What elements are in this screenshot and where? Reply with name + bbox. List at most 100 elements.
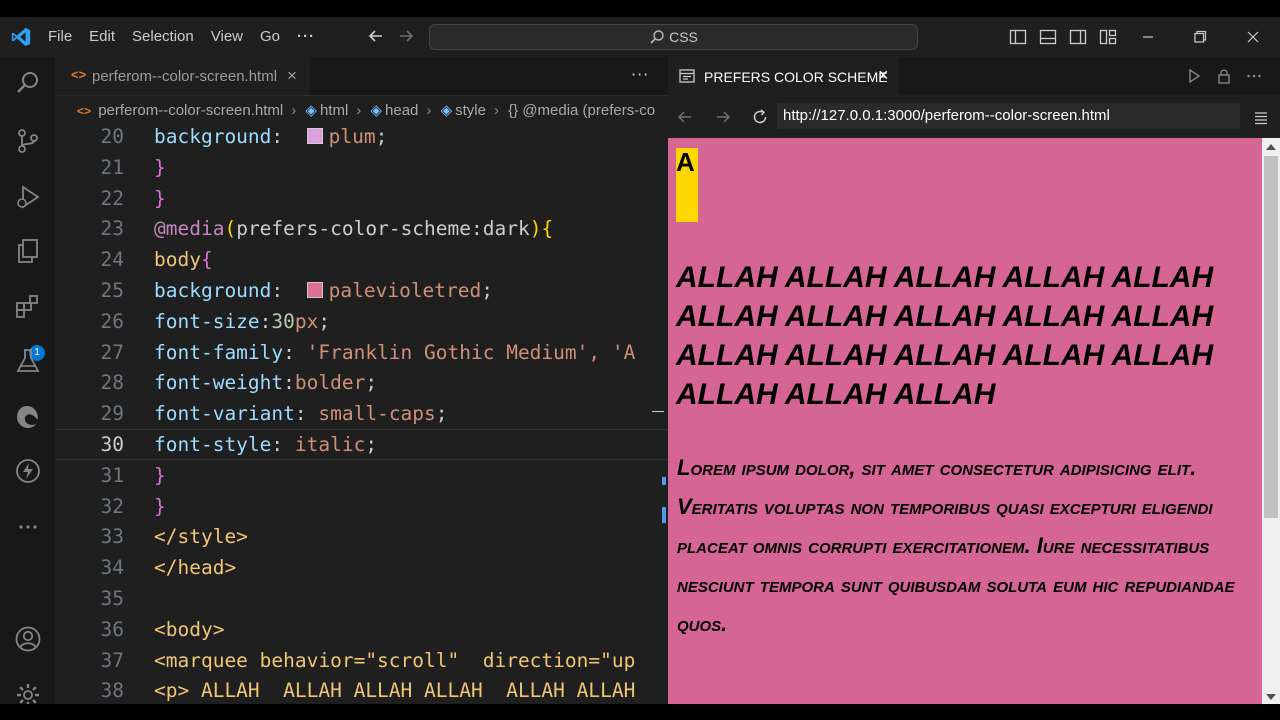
allah-paragraph: ALLAH ALLAH ALLAH ALLAH ALLAH ALLAH ALLA…: [676, 261, 1214, 411]
preview-tab[interactable]: PREFERS COLOR SCHEME ×: [668, 57, 899, 95]
menu-file[interactable]: File: [48, 28, 72, 45]
page-scrollbar[interactable]: [1262, 138, 1280, 704]
code-line[interactable]: 26 font-size:30px;: [55, 306, 668, 337]
url-input[interactable]: http://127.0.0.1:3000/perferom--color-sc…: [777, 103, 1240, 129]
breadcrumb-media[interactable]: {} @media (prefers-co: [508, 102, 655, 119]
command-center-search[interactable]: CSS: [429, 24, 918, 50]
copy-icon[interactable]: [14, 237, 42, 265]
scrollbar-thumb[interactable]: [1264, 156, 1278, 518]
explorer-search-icon[interactable]: [14, 69, 42, 97]
breadcrumb-head[interactable]: head: [385, 102, 418, 119]
code-line[interactable]: 31}: [55, 460, 668, 491]
code-line[interactable]: 28 font-weight:bolder;: [55, 367, 668, 398]
customize-layout-icon[interactable]: [1099, 28, 1117, 46]
more-actions-icon[interactable]: [1245, 67, 1263, 85]
code-line[interactable]: 32}: [55, 491, 668, 522]
toggle-secondary-sidebar-icon[interactable]: [1069, 28, 1087, 46]
color-swatch[interactable]: [306, 128, 323, 144]
code-text: <marquee behavior="scroll" direction="up: [154, 648, 636, 672]
element-icon: ◈: [440, 102, 453, 119]
code-text: <body>: [154, 617, 225, 641]
scroll-down-icon[interactable]: [1266, 694, 1276, 700]
line-number: 32: [100, 494, 124, 518]
minimize-icon[interactable]: [1136, 25, 1160, 49]
editor-tab-html-file[interactable]: <> perferom--color-screen.html ×: [55, 57, 310, 95]
manage-gear-icon[interactable]: [14, 681, 42, 704]
scrollbar-change-marker: [662, 477, 666, 485]
code-line[interactable]: 34 </head>: [55, 552, 668, 583]
code-line[interactable]: 20 background: plum;: [55, 121, 668, 152]
restore-icon[interactable]: [1188, 25, 1212, 49]
code-line[interactable]: 37 <marquee behavior="scroll" direction="…: [55, 645, 668, 676]
tab-close-icon[interactable]: ×: [287, 66, 297, 86]
line-number: 21: [100, 155, 124, 179]
breadcrumb-html[interactable]: html: [320, 102, 348, 119]
history-nav: [366, 26, 426, 46]
account-icon[interactable]: [14, 625, 42, 653]
breadcrumb-separator-icon: ›: [493, 102, 499, 119]
browser-back-icon[interactable]: [676, 108, 694, 126]
code-text: background: palevioletred;: [154, 279, 494, 302]
source-control-icon[interactable]: [14, 127, 42, 155]
more-icon[interactable]: [14, 513, 42, 541]
lock-icon[interactable]: [1215, 67, 1233, 85]
code-line[interactable]: 36 <body>: [55, 614, 668, 645]
back-arrow-icon[interactable]: [366, 26, 386, 46]
line-number: 36: [100, 617, 124, 641]
breadcrumb-separator-icon: ›: [291, 102, 297, 119]
scrollbar-change-marker: [662, 507, 666, 523]
code-line[interactable]: 23 @media(prefers-color-scheme:dark){: [55, 213, 668, 244]
menu-view[interactable]: View: [211, 28, 243, 45]
code-line[interactable]: 30 font-style: italic;: [55, 429, 668, 460]
code-line[interactable]: 21}: [55, 152, 668, 183]
code-text: font-variant: small-caps;: [154, 402, 448, 426]
preview-tab-label: PREFERS COLOR SCHEME: [704, 69, 888, 85]
breadcrumb-style[interactable]: style: [455, 102, 486, 119]
reload-icon[interactable]: [751, 108, 769, 126]
breadcrumb-file[interactable]: perferom--color-screen.html: [98, 102, 283, 119]
code-line[interactable]: 33 </style>: [55, 521, 668, 552]
title-bar: File Edit Selection View Go ··· CSS: [0, 17, 1280, 57]
line-number: 28: [100, 371, 124, 395]
run-debug-icon[interactable]: [14, 183, 42, 211]
extensions-icon[interactable]: [14, 293, 42, 321]
activity-bar: 1: [0, 57, 55, 704]
code-text: font-weight:bolder;: [154, 371, 378, 395]
tab-close-icon[interactable]: ×: [878, 65, 889, 86]
run-icon[interactable]: [1185, 67, 1203, 85]
forward-arrow-icon[interactable]: [396, 26, 416, 46]
line-number: 34: [100, 556, 124, 580]
code-area[interactable]: 20 background: plum; 21} 22} 23 @media(prefer…: [55, 121, 668, 704]
code-line[interactable]: 24 body{: [55, 244, 668, 275]
menu-more[interactable]: ···: [297, 28, 315, 45]
code-line[interactable]: 25 background: palevioletred;: [55, 275, 668, 306]
color-swatch[interactable]: [306, 282, 323, 298]
browser-url-bar: http://127.0.0.1:3000/perferom--color-sc…: [668, 97, 1280, 137]
line-number: 23: [100, 217, 124, 241]
editor-more-actions-icon[interactable]: ···: [631, 65, 649, 84]
thunder-client-icon[interactable]: [14, 457, 42, 485]
edge-icon[interactable]: [14, 403, 42, 431]
code-text: </style>: [154, 525, 248, 549]
browser-forward-icon[interactable]: [714, 108, 732, 126]
code-line[interactable]: 29 font-variant: small-caps;: [55, 398, 668, 429]
toggle-primary-sidebar-icon[interactable]: [1009, 28, 1027, 46]
code-line[interactable]: 22}: [55, 183, 668, 214]
code-text: body{: [154, 248, 213, 272]
lorem-paragraph: Lorem ipsum dolor, sit amet consectetur …: [677, 455, 1235, 636]
scroll-up-icon[interactable]: [1266, 144, 1276, 150]
close-window-icon[interactable]: [1241, 25, 1265, 49]
code-line[interactable]: 38 <p> ALLAH ALLAH ALLAH ALLAH ALLAH ALLA…: [55, 675, 668, 704]
menu-edit[interactable]: Edit: [89, 28, 115, 45]
menu-go[interactable]: Go: [260, 28, 280, 45]
toggle-panel-icon[interactable]: [1039, 28, 1057, 46]
line-number: 30: [100, 433, 124, 456]
code-editor: <> perferom--color-screen.html × ··· <> …: [55, 57, 668, 704]
code-line[interactable]: 35: [55, 583, 668, 614]
testing-icon[interactable]: [14, 347, 42, 375]
menu-selection[interactable]: Selection: [132, 28, 194, 45]
code-line[interactable]: 27 font-family: 'Franklin Gothic Medium',…: [55, 337, 668, 368]
menu-bar: File Edit Selection View Go ···: [48, 28, 332, 45]
menu-icon[interactable]: [1254, 111, 1268, 125]
code-text: }: [154, 155, 166, 179]
